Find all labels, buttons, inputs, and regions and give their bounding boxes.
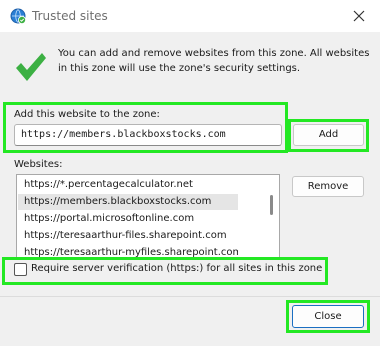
checkmark-icon [16, 53, 46, 81]
list-item[interactable]: https://teresaarthur-files.sharepoint.co… [18, 228, 238, 244]
title-bar: Trusted sites [0, 0, 380, 32]
remove-button[interactable]: Remove [292, 176, 364, 197]
https-verification-checkbox[interactable] [14, 263, 27, 276]
list-item[interactable]: https://portal.microsoftonline.com [18, 211, 238, 227]
list-item[interactable]: https://teresaarthur-myfiles.sharepoint.… [18, 245, 238, 259]
list-scrollbar[interactable] [270, 195, 273, 215]
website-input[interactable]: https://members.blackboxstocks.com [14, 124, 282, 146]
websites-list[interactable]: https://*.percentagecalculator.net https… [16, 174, 280, 260]
list-item[interactable]: https://members.blackboxstocks.com [18, 194, 238, 210]
add-button[interactable]: Add [293, 124, 364, 146]
https-verification-label: Require server verification (https:) for… [31, 263, 323, 274]
close-icon[interactable] [350, 7, 368, 25]
trusted-sites-dialog: Trusted sites You can add and remove web… [0, 0, 380, 346]
info-text: You can add and remove websites from thi… [58, 48, 370, 74]
footer-divider [0, 296, 380, 297]
websites-label: Websites: [14, 159, 63, 170]
window-title: Trusted sites [32, 9, 108, 23]
globe-check-icon [10, 8, 26, 24]
list-item[interactable]: https://*.percentagecalculator.net [18, 177, 238, 193]
close-button[interactable]: Close [292, 305, 364, 328]
add-site-label: Add this website to the zone: [14, 109, 160, 120]
